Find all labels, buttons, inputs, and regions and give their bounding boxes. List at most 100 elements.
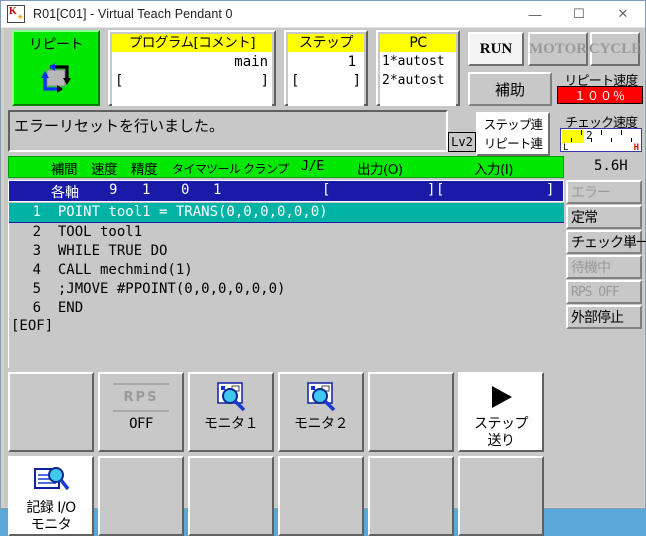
- column-header-bar: 補間 速度 精度 タイマ ツール クランプ J/E 出力(O) 入力(I): [8, 156, 564, 178]
- code-line[interactable]: 4 CALL mechmind(1): [9, 261, 564, 280]
- status-indicator-stack: エラー 定常 チェック単一 待機中 RPS OFF 外部停止: [566, 180, 646, 330]
- fkey-rps-state: OFF: [129, 416, 153, 432]
- slider-tick: [571, 138, 572, 142]
- col-header-input: 入力(I): [474, 162, 514, 178]
- axis-label: 各軸: [51, 185, 79, 201]
- pc-program-1: 1*autost: [382, 54, 445, 69]
- status-indicator[interactable]: エラー: [566, 180, 642, 204]
- code-line-number: 3: [32, 243, 41, 259]
- slider-tick: [611, 138, 612, 142]
- pc-field[interactable]: PC 1*autost 2*autost: [376, 30, 460, 106]
- mode-repeat-button[interactable]: リピート: [12, 30, 100, 106]
- code-line-number: 2: [32, 224, 41, 240]
- code-line-number: 5: [32, 281, 41, 297]
- fkey-blank-6[interactable]: [368, 456, 454, 536]
- col-header-je: J/E: [301, 158, 324, 174]
- status-indicator[interactable]: RPS OFF: [566, 280, 642, 304]
- axis-status-row[interactable]: 各軸 9 1 0 1 [ ] [ ]: [8, 180, 564, 202]
- pc-program-2: 2*autost: [382, 73, 445, 88]
- axis-value-1: 9: [109, 182, 118, 198]
- slider-tick: [581, 130, 582, 135]
- col-header-tool: ツール: [206, 162, 241, 176]
- code-line[interactable]: 6 END: [9, 299, 564, 318]
- col-header-output: 出力(O): [357, 162, 403, 178]
- window-title: R01[C01] - Virtual Teach Pendant 0: [33, 7, 233, 21]
- slider-tick: [591, 138, 592, 142]
- output-bracket-right: ]: [427, 182, 436, 198]
- code-line-number: 1: [32, 204, 41, 220]
- step-header: ステップ: [288, 34, 364, 52]
- code-line-text: CALL mechmind(1): [41, 262, 193, 278]
- status-indicator[interactable]: 待機中: [566, 255, 642, 279]
- code-line-text: ;JMOVE #PPOINT(0,0,0,0,0,0): [41, 281, 286, 297]
- axis-value-2: 1: [142, 182, 151, 198]
- output-bracket-left: [: [322, 182, 331, 198]
- step-bracket-right: ]: [352, 73, 361, 89]
- rps-off-icon: RPS: [113, 378, 169, 416]
- check-speed-max-label: H: [633, 143, 639, 153]
- aux-button[interactable]: 補助: [468, 72, 552, 106]
- program-comment-header: プログラム[コメント]: [112, 34, 272, 52]
- fkey-blank-2[interactable]: [368, 372, 454, 452]
- message-level-badge[interactable]: Lv2: [448, 132, 476, 152]
- code-line[interactable]: 5 ;JMOVE #PPOINT(0,0,0,0,0,0): [9, 280, 564, 299]
- program-comment-field[interactable]: プログラム[コメント] main [ ]: [108, 30, 276, 106]
- monitor-magnifier-icon: [303, 378, 339, 416]
- fkey-blank-1[interactable]: [8, 372, 94, 452]
- fkey-monitor-1[interactable]: モニタ１: [188, 372, 274, 452]
- top-status-row: リピート プログラム[コメント] main [] ステップ 1 [] PC …: [4, 28, 644, 108]
- fkey-blank-4[interactable]: [188, 456, 274, 536]
- fkey-monitor-2-label: モニタ２: [294, 416, 349, 432]
- program-code-area[interactable]: 1 POINT tool1 = TRANS(0,0,0,0,0,0) 2 TOOL…: [8, 203, 564, 368]
- motor-lamp[interactable]: MOTOR: [528, 32, 588, 66]
- pendant-body: リピート プログラム[コメント] main [] ステップ 1 [] PC …: [4, 28, 646, 536]
- code-line-number: 4: [32, 262, 41, 278]
- col-header-seido: 精度: [131, 162, 158, 178]
- col-header-sokudo: 速度: [91, 162, 118, 178]
- check-speed-slider[interactable]: 2 L H: [560, 128, 642, 153]
- title-bar: K ✦ R01[C01] - Virtual Teach Pendant 0 — …: [1, 1, 645, 28]
- code-line-text: END: [41, 300, 84, 316]
- step-repeat-continuous-button[interactable]: ステップ連 リピート連: [476, 112, 550, 156]
- fkey-monitor-2[interactable]: モニタ２: [278, 372, 364, 452]
- fkey-monitor-1-label: モニタ１: [204, 416, 259, 432]
- repeat-speed-value: １００％: [557, 86, 643, 104]
- code-line-number: 6: [32, 300, 41, 316]
- window-controls: — ☐ ✕: [513, 1, 645, 27]
- fkey-rps-title: RPS: [123, 389, 159, 405]
- code-line-text: POINT tool1 = TRANS(0,0,0,0,0,0): [41, 204, 328, 220]
- col-header-hokan: 補間: [51, 162, 78, 178]
- step-field[interactable]: ステップ 1 [ ]: [284, 30, 368, 106]
- code-line[interactable]: 3 WHILE TRUE DO: [9, 242, 564, 261]
- status-indicator[interactable]: 外部停止: [566, 305, 642, 329]
- cycle-lamp[interactable]: CYCLE: [589, 32, 641, 66]
- eof-marker: [EOF]: [11, 318, 54, 334]
- kawasaki-robot-icon: K ✦: [7, 5, 25, 23]
- fkey-io-monitor[interactable]: 記録 I/O モニタ: [8, 456, 94, 536]
- fkey-step-forward[interactable]: ステップ 送り: [458, 372, 544, 452]
- code-line[interactable]: 1 POINT tool1 = TRANS(0,0,0,0,0,0): [9, 203, 564, 223]
- slider-tick: [601, 130, 602, 135]
- step-bracket-left: [: [291, 73, 300, 89]
- function-key-panel: RPS OFF モニタ１ モニタ２ ステップ 送り 記録 I/O モニタ: [8, 372, 642, 536]
- check-speed-min-label: L: [563, 143, 569, 153]
- status-indicator[interactable]: 定常: [566, 205, 642, 229]
- play-triangle-icon: [484, 378, 518, 416]
- program-comment-brackets: [ ]: [112, 72, 272, 90]
- slider-tick: [631, 138, 632, 142]
- fkey-blank-3[interactable]: [98, 456, 184, 536]
- message-bar: エラーリセットを行いました。: [8, 110, 448, 152]
- fkey-blank-5[interactable]: [278, 456, 364, 536]
- fkey-blank-7[interactable]: [458, 456, 544, 536]
- run-lamp[interactable]: RUN: [468, 32, 524, 66]
- close-button[interactable]: ✕: [601, 1, 645, 27]
- status-indicator[interactable]: チェック単一: [566, 230, 646, 254]
- axis-value-3: 0: [181, 182, 190, 198]
- code-line[interactable]: 2 TOOL tool1: [9, 223, 564, 242]
- axis-value-4: 1: [213, 182, 222, 198]
- fkey-rps[interactable]: RPS OFF: [98, 372, 184, 452]
- minimize-button[interactable]: —: [513, 1, 557, 27]
- fkey-io-monitor-line2: モニタ: [30, 517, 72, 533]
- repeat-cycle-icon: [34, 58, 78, 98]
- maximize-button[interactable]: ☐: [557, 1, 601, 27]
